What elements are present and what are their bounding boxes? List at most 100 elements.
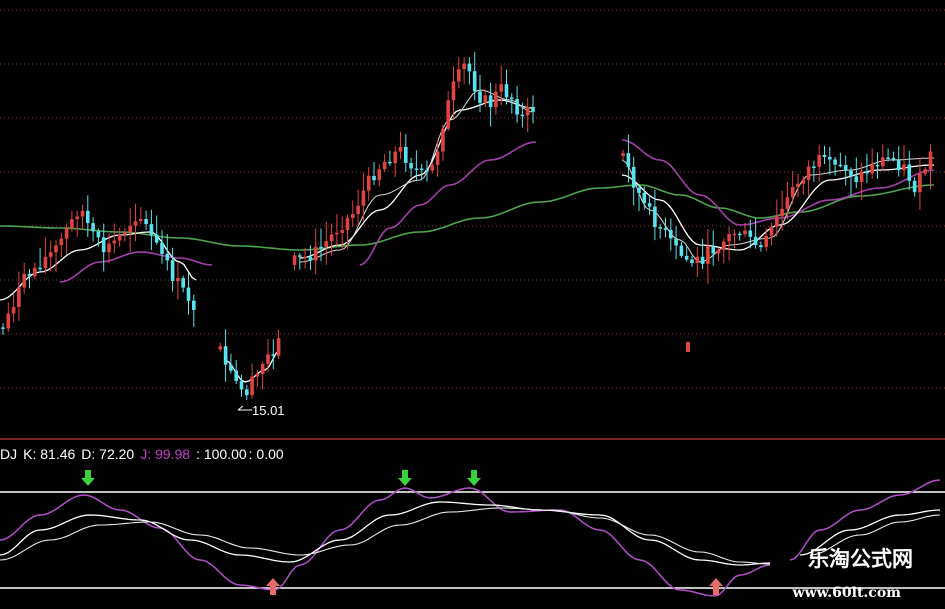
candle-up-body xyxy=(780,208,784,217)
kdj-k-line xyxy=(0,501,771,566)
candle-down-body xyxy=(637,187,641,193)
candle-up-body xyxy=(356,205,360,215)
candle-up-body xyxy=(64,228,69,239)
candle-up-body xyxy=(59,238,64,246)
candle-down-body xyxy=(642,192,647,204)
candle-up-body xyxy=(446,100,450,129)
candle-down-body xyxy=(27,273,32,277)
kdj-level-high: : 100.00 xyxy=(196,446,247,462)
candle-up-body xyxy=(17,287,21,307)
candle-up-body xyxy=(790,187,795,198)
candle-down-body xyxy=(409,163,413,169)
candle-down-body xyxy=(160,242,164,254)
candle-up-body xyxy=(255,374,260,377)
kdj-k-value: K: 81.46 xyxy=(23,446,76,462)
candle-up-body xyxy=(722,241,726,251)
candle-up-body xyxy=(923,169,927,174)
candle-up-body xyxy=(817,155,821,167)
candle-down-body xyxy=(907,164,912,181)
candle-down-body xyxy=(192,300,196,310)
candle-down-body xyxy=(812,166,816,168)
candle-up-body xyxy=(377,169,382,181)
candle-up-body xyxy=(451,81,456,101)
kdj-prefix: DJ xyxy=(0,446,18,462)
candle-down-body xyxy=(170,260,175,281)
candle-down-body xyxy=(520,114,525,117)
candle-down-body xyxy=(91,223,95,232)
candle-up-body xyxy=(393,151,397,164)
candle-down-body xyxy=(674,238,678,246)
candle-down-body xyxy=(404,146,408,163)
kdj-d-value: D: 72.20 xyxy=(81,446,135,462)
candle-down-body xyxy=(849,170,853,177)
watermark-url: www.60lt.com xyxy=(792,585,901,601)
candle-up-body xyxy=(366,175,371,191)
candle-down-body xyxy=(891,157,896,160)
ma10-line xyxy=(621,157,934,263)
candle-up-body xyxy=(435,151,440,165)
candle-up-body xyxy=(743,230,747,235)
candle-up-body xyxy=(218,346,223,350)
candle-up-body xyxy=(785,197,790,209)
candle-up-body xyxy=(462,63,466,70)
ma20-line xyxy=(621,139,935,226)
candle-up-body xyxy=(70,219,74,229)
candle-down-body xyxy=(245,389,249,396)
candle-up-body xyxy=(345,217,350,230)
candle-down-body xyxy=(737,233,742,236)
green-down-arrow-icon xyxy=(81,470,95,486)
candle-down-body xyxy=(419,168,424,171)
price-grid xyxy=(0,9,945,389)
candle-up-body xyxy=(806,166,811,180)
candle-up-body xyxy=(727,234,731,242)
candle-down-body xyxy=(144,219,148,225)
candle-down-body xyxy=(865,171,869,174)
candle-up-body xyxy=(324,241,329,247)
candle-up-body xyxy=(881,157,885,167)
candle-up-body xyxy=(351,214,355,218)
green-down-arrow-icon xyxy=(467,470,481,486)
candle-down-body xyxy=(663,228,668,230)
candle-down-body xyxy=(843,165,848,171)
candle-up-body xyxy=(483,95,488,103)
candle-up-body xyxy=(494,91,498,108)
candle-down-body xyxy=(753,236,758,245)
candle-down-body xyxy=(822,155,827,157)
candle-up-body xyxy=(796,183,800,187)
candle-down-body xyxy=(186,287,191,301)
candle-up-body xyxy=(43,256,48,269)
candle-down-body xyxy=(38,267,42,270)
candle-up-body xyxy=(525,107,530,116)
candle-up-body xyxy=(732,233,737,236)
candle-down-body xyxy=(101,237,106,253)
candle-up-body xyxy=(139,219,143,222)
candle-down-body xyxy=(298,255,302,257)
candle-up-body xyxy=(22,273,26,288)
candle-up-body xyxy=(313,246,318,261)
candle-down-body xyxy=(875,164,880,167)
candle-up-body xyxy=(54,245,58,253)
candle-up-body xyxy=(918,173,922,193)
candle-up-body xyxy=(276,338,281,356)
candle-down-body xyxy=(912,180,917,193)
candle-down-body xyxy=(833,159,837,165)
candle-down-body xyxy=(711,246,715,254)
candle-down-body xyxy=(488,95,493,108)
candle-down-body xyxy=(679,245,684,256)
kdj-level-low: : 0.00 xyxy=(248,446,284,462)
candle-down-body xyxy=(658,227,662,229)
chart-canvas: 15.01 xyxy=(0,9,945,597)
candle-up-body xyxy=(33,267,37,277)
ma5-line xyxy=(621,164,935,251)
kdj-d-line xyxy=(0,507,771,565)
candle-up-body xyxy=(621,153,625,156)
candle-up-body xyxy=(107,243,111,253)
candle-up-body xyxy=(292,255,297,265)
kdj-legend: DJ K: 81.46 D: 72.20 J: 99.98: 100.00: 0.00 xyxy=(0,444,290,464)
candle-down-body xyxy=(467,63,472,72)
candle-up-body xyxy=(176,278,180,282)
candle-up-body xyxy=(11,307,16,314)
candle-up-body xyxy=(329,234,334,242)
candle-up-body xyxy=(75,216,79,220)
candle-down-body xyxy=(372,175,376,181)
